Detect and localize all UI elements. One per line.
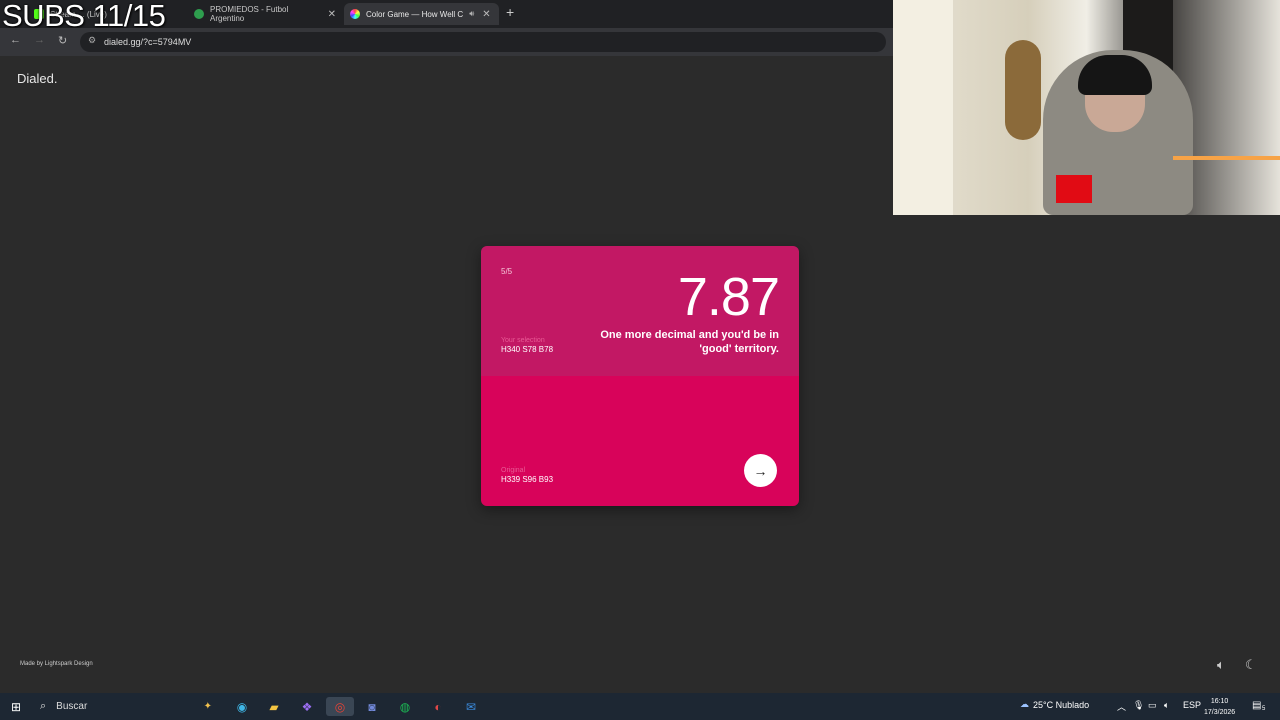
volume-icon[interactable]: 🔈︎	[1164, 700, 1169, 711]
spotify-icon[interactable]: ◍	[395, 697, 415, 716]
original-swatch: Original H339 S96 B93	[481, 376, 799, 506]
taskbar-search[interactable]: ⌕ Buscar ✦	[34, 696, 216, 717]
webcam-overlay	[893, 0, 1280, 215]
clock-date: 17/3/2026	[1204, 709, 1236, 716]
arrow-right-icon: →	[753, 462, 768, 479]
file-explorer-icon[interactable]: ▰	[264, 697, 284, 716]
taskbar-clock[interactable]: 16:10 17/3/2026	[1204, 696, 1235, 718]
windows-start-icon[interactable]: ⊞	[6, 697, 26, 716]
tab-title: Color Game — How Well C	[366, 9, 464, 19]
score-value: 7.87	[677, 267, 780, 327]
original-value: H339 S96 B93	[501, 475, 554, 484]
weather-widget[interactable]: ☁ 25°C Nublado	[1020, 699, 1089, 710]
close-tab-icon[interactable]: ✕	[328, 9, 336, 20]
sound-toggle-icon[interactable]: 🔈︎	[1217, 657, 1225, 673]
address-bar[interactable]: ⚙ dialed.gg/?c=5794MV	[80, 32, 886, 52]
url-text[interactable]: dialed.gg/?c=5794MV	[104, 37, 191, 47]
result-card: 5/5 7.87 One more decimal and you'd be i…	[481, 246, 799, 506]
obs-icon[interactable]: ◐	[428, 697, 448, 716]
back-icon[interactable]: ←	[10, 34, 21, 46]
webcam-door	[893, 0, 953, 215]
audio-playing-icon[interactable]: 🔊︎	[469, 9, 474, 19]
webcam-microphone	[1056, 175, 1092, 203]
input-language[interactable]: ESP	[1183, 700, 1201, 710]
close-tab-icon[interactable]: ✕	[482, 9, 490, 20]
webcam-streamer-cap	[1078, 55, 1152, 95]
weather-text: 25°C Nublado	[1033, 699, 1090, 710]
search-icon: ⌕	[40, 700, 47, 712]
footer-credit[interactable]: Made by Lightspark Design	[20, 661, 93, 667]
webcam-guitar	[1005, 40, 1041, 140]
tab-color-game[interactable]: Color Game — How Well C 🔊︎ ✕	[344, 3, 499, 25]
network-icon[interactable]: ▭	[1148, 700, 1157, 711]
discord-icon[interactable]: ◙	[362, 697, 382, 716]
notifications-icon[interactable]: ▤	[1252, 700, 1261, 711]
tab-title: PROMIEDOS - Futbol Argentino	[210, 5, 289, 23]
chrome-icon[interactable]: ◎	[326, 697, 354, 716]
webcam-led-strip	[1173, 156, 1280, 160]
selection-label: Your selection	[501, 337, 545, 344]
selection-swatch: 5/5 7.87 One more decimal and you'd be i…	[481, 246, 799, 376]
microphone-icon[interactable]: 🎙︎	[1133, 700, 1144, 711]
tray-overflow-icon[interactable]: ︿	[1117, 700, 1126, 713]
copilot-icon[interactable]: ❖	[297, 697, 317, 716]
site-info-icon[interactable]: ⚙	[88, 35, 96, 46]
edge-icon[interactable]: ◉	[232, 697, 252, 716]
round-progress: 5/5	[501, 267, 513, 276]
new-tab-button[interactable]: +	[506, 4, 514, 20]
copilot-sparkle-icon: ✦	[203, 701, 212, 712]
reload-icon[interactable]: ↻	[58, 34, 67, 47]
clock-time: 16:10	[1210, 698, 1229, 705]
color-game-favicon-icon	[350, 9, 360, 19]
notification-count: 5	[1262, 706, 1266, 712]
cloud-icon: ☁	[1020, 699, 1029, 709]
tab-promiedos[interactable]: PROMIEDOS - Futbol Argentino ✕	[188, 3, 342, 25]
original-label: Original	[501, 467, 526, 474]
outlook-icon[interactable]: ✉	[461, 697, 481, 716]
forward-icon[interactable]: →	[34, 34, 45, 46]
score-message: One more decimal and you'd be in 'good' …	[600, 329, 779, 355]
next-button[interactable]: →	[744, 454, 777, 487]
taskbar: ⊞ ⌕ Buscar ✦ ◉ ▰ ❖ ◎ ◙ ◍ ◐ ✉ ☁ 25°C Nubl…	[0, 693, 1280, 720]
search-placeholder: Buscar	[56, 701, 88, 712]
browser-toolbar: ← → ↻ ⚙ dialed.gg/?c=5794MV	[0, 28, 895, 56]
selection-value: H340 S78 B78	[501, 345, 554, 354]
dark-mode-icon[interactable]: ☾	[1245, 657, 1257, 673]
promiedos-favicon-icon	[194, 9, 204, 19]
site-logo[interactable]: Dialed.	[17, 71, 57, 86]
